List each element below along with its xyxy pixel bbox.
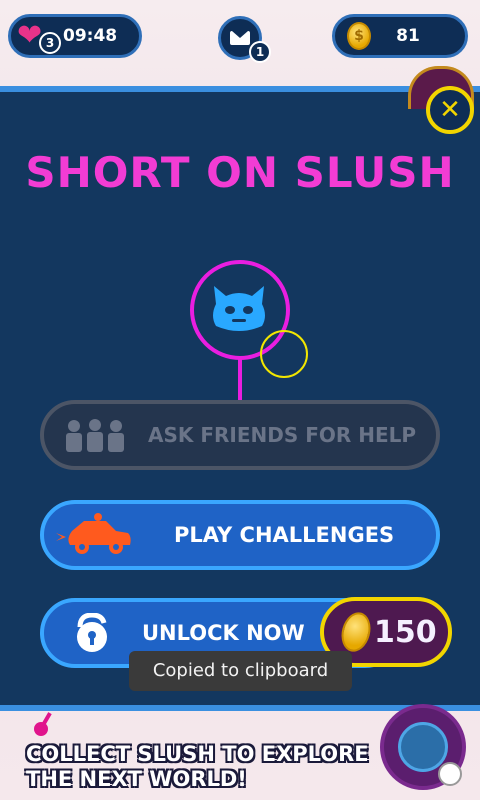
close-icon: ✕ xyxy=(439,95,461,125)
ask-friends-label: ASK FRIENDS FOR HELP xyxy=(148,423,417,447)
mail-icon xyxy=(230,31,250,45)
lives-timer: 09:48 xyxy=(63,26,118,46)
lock-icon xyxy=(77,613,107,652)
mail-count-badge: 1 xyxy=(249,41,271,63)
world-portal xyxy=(398,722,448,772)
ask-friends-button[interactable]: ASK FRIENDS FOR HELP xyxy=(40,400,440,470)
clipboard-toast: Copied to clipboard xyxy=(129,651,352,691)
friends-icon xyxy=(66,419,124,452)
lives-pill[interactable]: ❤ 3 09:48 xyxy=(8,14,142,58)
coins-pill[interactable]: $ 81 xyxy=(332,14,468,58)
world-lock-icon xyxy=(438,762,462,786)
play-challenges-label: PLAY CHALLENGES xyxy=(174,523,395,547)
coin-count: 81 xyxy=(396,26,420,46)
mail-button[interactable]: 1 xyxy=(218,16,271,63)
modal-title: SHORT ON SLUSH xyxy=(25,148,455,197)
touch-indicator xyxy=(260,330,308,378)
unlock-now-label: UNLOCK NOW xyxy=(142,621,305,645)
avatar-connector-line xyxy=(238,358,242,404)
ghost-icon xyxy=(213,286,265,331)
coin-icon xyxy=(337,609,375,655)
close-button[interactable]: ✕ xyxy=(426,86,474,134)
footer-message: COLLECT SLUSH TO EXPLORE THE NEXT WORLD! xyxy=(26,742,369,791)
car-icon xyxy=(56,513,131,554)
coin-icon: $ xyxy=(347,22,371,50)
map-node xyxy=(34,722,48,736)
heart-icon: ❤ 3 xyxy=(17,18,61,54)
unlock-price: 150 xyxy=(374,614,437,650)
lives-count-badge: 3 xyxy=(39,32,61,54)
play-challenges-button[interactable]: PLAY CHALLENGES xyxy=(40,500,440,570)
